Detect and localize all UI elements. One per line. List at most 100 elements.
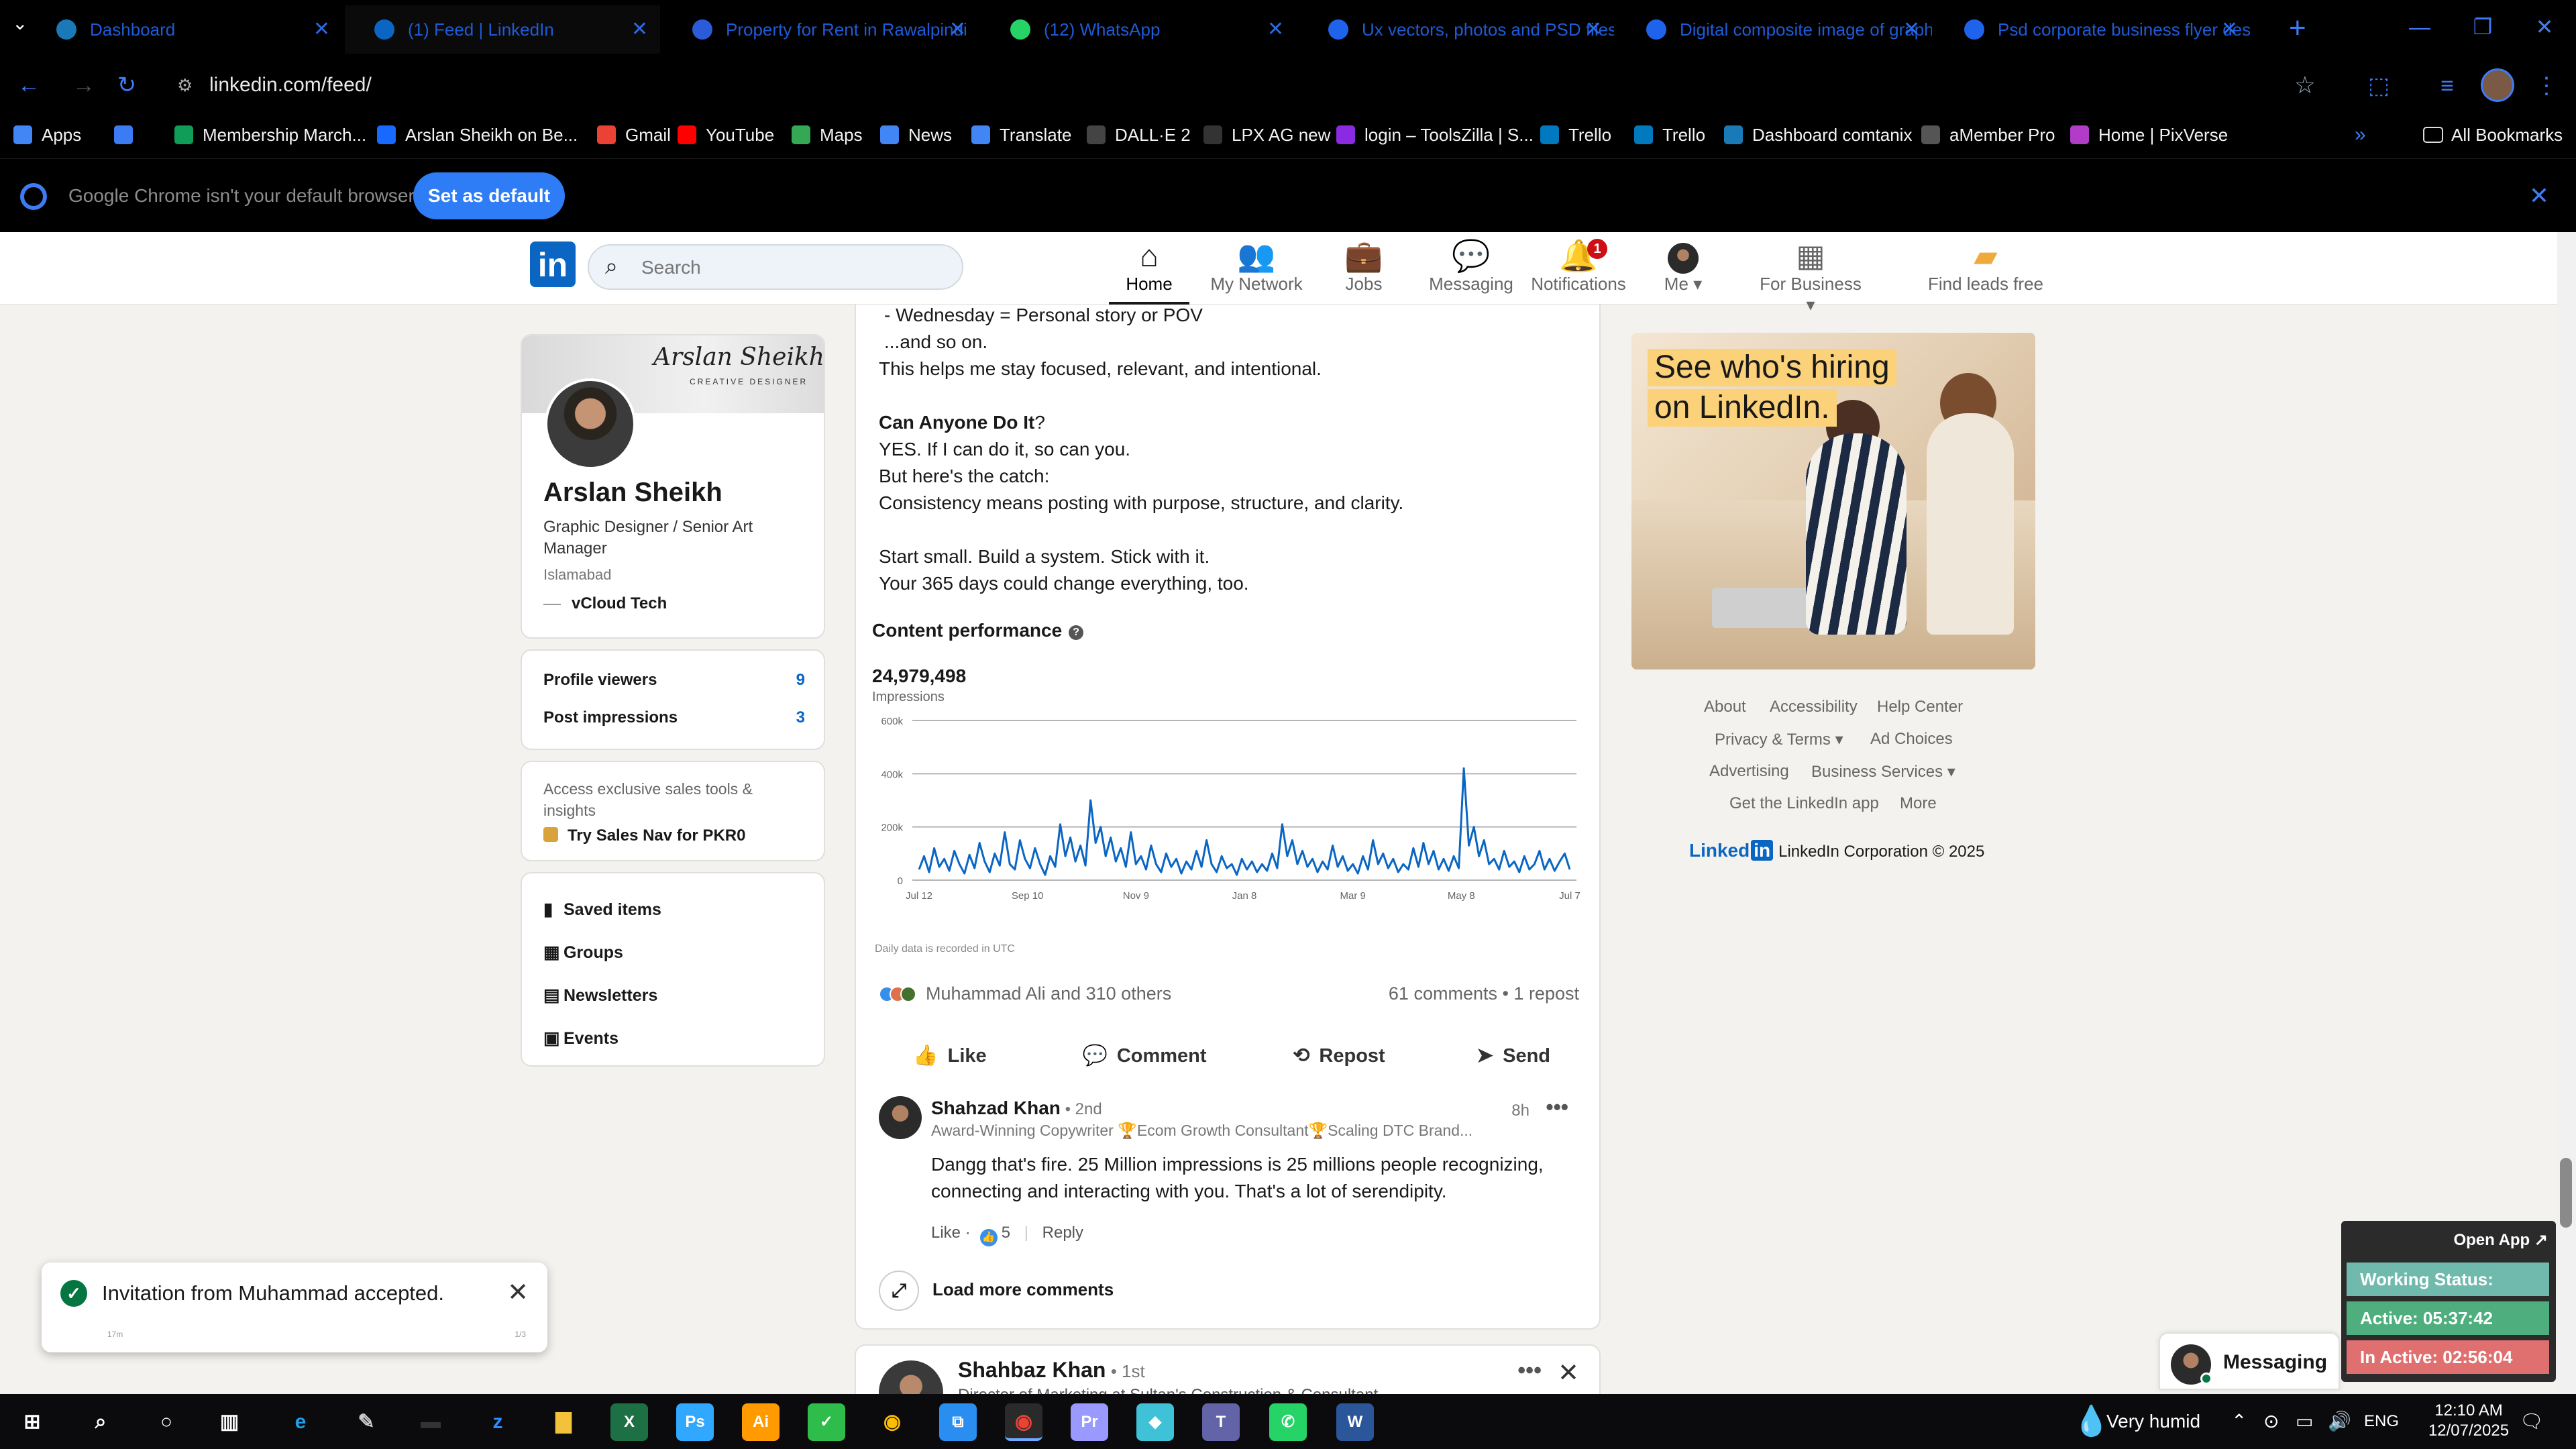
close-tab-icon[interactable]: ✕	[313, 5, 330, 54]
bookmark-item[interactable]: News	[880, 111, 952, 158]
start-icon[interactable]: ⊞	[13, 1403, 51, 1441]
bookmark-item[interactable]: Gmail	[597, 111, 671, 158]
vscode-icon[interactable]: ⧉	[939, 1403, 977, 1441]
nav-for-business[interactable]: ▦ For Business ▾	[1754, 237, 1868, 315]
hiring-ad-banner[interactable]: See who's hiring on LinkedIn.	[1631, 333, 2035, 669]
profile-name[interactable]: Arslan Sheikh	[543, 478, 722, 508]
weather-icon[interactable]: 💧	[2073, 1394, 2110, 1449]
bookmark-item[interactable]: DALL·E 2	[1087, 111, 1191, 158]
nav-jobs[interactable]: 💼 Jobs	[1307, 237, 1421, 305]
bookmark-item[interactable]: aMember Pro	[1921, 111, 2055, 158]
set-as-default-button[interactable]: Set as default	[413, 172, 565, 219]
reload-button[interactable]: ↻	[110, 68, 144, 102]
close-tab-icon[interactable]: ✕	[631, 5, 648, 54]
teams-icon[interactable]: T	[1202, 1403, 1240, 1441]
bookmark-item[interactable]: Arslan Sheikh on Be...	[377, 111, 578, 158]
nav-me[interactable]: Me ▾	[1626, 237, 1740, 305]
tab-search-chevron-icon[interactable]: ⌄	[12, 12, 28, 34]
search-input[interactable]	[641, 255, 936, 280]
close-tab-icon[interactable]: ✕	[1585, 5, 1602, 54]
load-more-comments-button[interactable]: ⤢ Load more comments	[879, 1271, 1114, 1311]
post-more-icon[interactable]: •••	[1517, 1358, 1542, 1384]
close-tab-icon[interactable]: ✕	[2221, 5, 2238, 54]
volume-icon[interactable]: 🔊	[2328, 1394, 2351, 1449]
file-explorer-icon[interactable]: ▇	[545, 1403, 582, 1441]
footer-about-link[interactable]: About	[1704, 698, 1746, 716]
nav-messaging[interactable]: 💬 Messaging	[1414, 237, 1528, 305]
bookmark-item[interactable]: LPX AG new	[1203, 111, 1330, 158]
zoom-icon[interactable]: z	[479, 1403, 517, 1441]
illustrator-icon[interactable]: Ai	[742, 1403, 780, 1441]
browser-tab[interactable]: Digital composite image of graph ✕	[1617, 5, 1932, 54]
url-text[interactable]: linkedin.com/feed/	[209, 67, 372, 103]
comment-button[interactable]: 💬 Comment	[1057, 1029, 1232, 1083]
profile-company[interactable]: vCloud Tech	[543, 594, 667, 613]
linkedin-logo-icon[interactable]: in	[530, 241, 576, 287]
reactions-summary[interactable]: Muhammad Ali and 310 others	[879, 983, 1171, 1004]
menu-kebab-icon[interactable]: ⋮	[2529, 68, 2564, 103]
whatsapp-icon[interactable]: ✆	[1269, 1403, 1307, 1441]
sales-nav-link[interactable]: Try Sales Nav for PKR0	[543, 826, 745, 845]
browser-tab[interactable]: (12) WhatsApp ✕	[981, 5, 1296, 54]
back-button[interactable]: ←	[12, 68, 46, 102]
task-view-icon[interactable]: ▥	[211, 1403, 248, 1441]
close-tab-icon[interactable]: ✕	[949, 5, 966, 54]
search-box[interactable]: ⌕	[588, 244, 963, 290]
footer-adchoices-link[interactable]: Ad Choices	[1870, 730, 1953, 749]
footer-help-link[interactable]: Help Center	[1877, 698, 1963, 716]
bookmark-item[interactable]: login – ToolsZilla | S...	[1336, 111, 1534, 158]
saved-items-link[interactable]: ▮ Saved items	[543, 899, 661, 920]
open-app-button[interactable]: Open App ↗	[2453, 1230, 2548, 1250]
like-button[interactable]: 👍 Like	[883, 1029, 1017, 1083]
bookmark-item[interactable]: Maps	[792, 111, 863, 158]
photoshop-icon[interactable]: Ps	[676, 1403, 714, 1441]
minimize-button[interactable]: —	[2388, 0, 2451, 54]
toast-close-icon[interactable]: ✕	[507, 1277, 529, 1307]
close-tab-icon[interactable]: ✕	[1267, 5, 1284, 54]
site-info-icon[interactable]: ⚙	[177, 75, 197, 95]
bookmark-item[interactable]	[114, 111, 142, 158]
close-window-button[interactable]: ✕	[2513, 0, 2576, 54]
comment-more-icon[interactable]: •••	[1546, 1095, 1568, 1120]
profile-avatar-icon[interactable]	[2481, 68, 2514, 102]
poster-name[interactable]: Shahbaz Khan • 1st	[958, 1358, 1145, 1383]
nav-find-leads-free[interactable]: ▰ Find leads free	[1905, 237, 2066, 305]
network-icon[interactable]: ▭	[2296, 1394, 2313, 1449]
premiere-icon[interactable]: Pr	[1071, 1403, 1108, 1441]
dismiss-post-icon[interactable]: ✕	[1558, 1358, 1579, 1388]
footer-more-link[interactable]: More	[1900, 794, 1937, 813]
app-blue-icon[interactable]: ◆	[1136, 1403, 1174, 1441]
impressions-series-line[interactable]	[918, 767, 1571, 876]
footer-accessibility-link[interactable]: Accessibility	[1770, 698, 1858, 716]
all-bookmarks-button[interactable]: All Bookmarks	[2423, 111, 2563, 158]
close-tab-icon[interactable]: ✕	[1903, 5, 1920, 54]
close-infobar-icon[interactable]: ✕	[2529, 159, 2549, 233]
comment-repost-counts[interactable]: 61 comments • 1 repost	[1389, 983, 1579, 1004]
footer-privacy-link[interactable]: Privacy & Terms ▾	[1715, 730, 1843, 749]
help-icon[interactable]: ?	[1069, 625, 1084, 640]
cortana-icon[interactable]: ○	[148, 1403, 185, 1441]
bookmark-star-icon[interactable]: ☆	[2294, 67, 2316, 103]
nav-my-network[interactable]: 👥 My Network	[1199, 237, 1313, 305]
send-button[interactable]: ➤ Send	[1446, 1029, 1580, 1083]
footer-business-link[interactable]: Business Services ▾	[1811, 762, 1955, 782]
chrome-active-icon[interactable]: ◉	[1005, 1403, 1042, 1441]
word-icon[interactable]: W	[1336, 1403, 1374, 1441]
terminal-icon[interactable]: ▬	[412, 1403, 449, 1441]
tray-app-icon[interactable]: ⊙	[2263, 1394, 2279, 1449]
omnibox[interactable]: ⚙ linkedin.com/feed/ ☆	[165, 67, 2325, 103]
bookmark-item[interactable]: Membership March...	[174, 111, 366, 158]
comment-like-button[interactable]: Like	[931, 1224, 961, 1242]
bookmark-item[interactable]: Trello	[1540, 111, 1611, 158]
nav-notifications[interactable]: 🔔 1 Notifications	[1521, 237, 1635, 305]
repost-button[interactable]: ⟲ Repost	[1265, 1029, 1413, 1083]
corel-icon[interactable]: ✓	[808, 1403, 845, 1441]
bookmark-item[interactable]: Translate	[971, 111, 1071, 158]
extensions-icon[interactable]: ⬚	[2361, 68, 2396, 103]
commenter-name[interactable]: Shahzad Khan • 2nd	[931, 1097, 1102, 1119]
events-link[interactable]: ▣ Events	[543, 1028, 619, 1049]
taskbar-clock[interactable]: 12:10 AM 12/07/2025	[2415, 1401, 2522, 1441]
comment-reply-button[interactable]: Reply	[1042, 1224, 1083, 1242]
bookmark-item[interactable]: Home | PixVerse	[2070, 111, 2228, 158]
tray-overflow-icon[interactable]: ⌃	[2231, 1394, 2247, 1449]
